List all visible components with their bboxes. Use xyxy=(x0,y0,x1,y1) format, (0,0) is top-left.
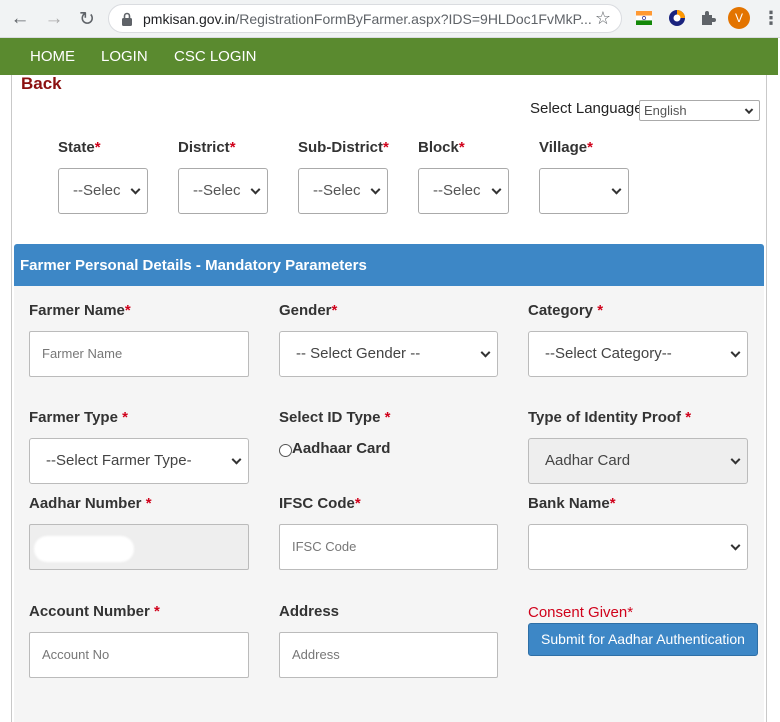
lock-icon xyxy=(122,12,132,26)
farmer-name-label: Farmer Name* xyxy=(29,302,131,319)
district-select[interactable]: --Selec xyxy=(178,168,268,214)
farmer-type-select-value: --Select Farmer Type- xyxy=(46,452,192,469)
chevron-down-icon xyxy=(130,184,141,195)
state-label: State* xyxy=(58,139,101,156)
back-link[interactable]: Back xyxy=(21,74,62,94)
site-nav: HOME LOGIN CSC LOGIN xyxy=(0,38,778,75)
gender-select-value: -- Select Gender -- xyxy=(296,345,421,362)
state-select-value: --Selec xyxy=(73,182,121,199)
gender-select[interactable]: -- Select Gender -- xyxy=(279,331,498,377)
sub-district-select-value: --Selec xyxy=(313,182,361,199)
chevron-down-icon xyxy=(370,184,381,195)
bookmark-star-icon[interactable]: ☆ xyxy=(595,8,611,29)
chevron-down-icon xyxy=(231,454,242,465)
chevron-down-icon xyxy=(611,184,622,195)
district-label: District* xyxy=(178,139,236,156)
nav-csc-login-link[interactable]: CSC LOGIN xyxy=(174,48,257,65)
chevron-down-icon xyxy=(480,347,491,358)
submit-aadhar-authentication-button[interactable]: Submit for Aadhar Authentication xyxy=(528,623,758,656)
more-menu-icon[interactable]: ⋮ xyxy=(762,7,780,29)
select-id-type-label: Select ID Type * xyxy=(279,409,391,426)
bank-name-label: Bank Name* xyxy=(528,495,616,512)
account-number-input[interactable]: Account No xyxy=(29,632,249,678)
sub-district-select[interactable]: --Selec xyxy=(298,168,388,214)
identity-proof-select-value: Aadhar Card xyxy=(545,452,631,469)
block-select[interactable]: --Selec xyxy=(418,168,509,214)
chevron-down-icon xyxy=(730,454,741,465)
panel-title: Farmer Personal Details - Mandatory Para… xyxy=(14,244,764,286)
consent-given-label: Consent Given* xyxy=(528,604,634,621)
chevron-down-icon xyxy=(491,184,502,195)
farmer-type-select[interactable]: --Select Farmer Type- xyxy=(29,438,249,484)
browser-toolbar: ← → ↻ pmkisan.gov.in/RegistrationFormByF… xyxy=(0,0,780,38)
bank-name-select[interactable] xyxy=(528,524,748,570)
puzzle-extensions-icon[interactable] xyxy=(700,10,716,26)
ifsc-label: IFSC Code* xyxy=(279,495,361,512)
india-flag-extension-icon[interactable] xyxy=(636,11,652,25)
category-select-value: --Select Category-- xyxy=(545,345,672,362)
category-label: Category * xyxy=(528,302,604,319)
gender-label: Gender* xyxy=(279,302,338,319)
nav-login-link[interactable]: LOGIN xyxy=(101,48,148,65)
block-select-value: --Selec xyxy=(433,182,481,199)
sub-district-label: Sub-District* xyxy=(298,139,389,156)
farmer-name-input[interactable]: Farmer Name xyxy=(29,331,249,377)
farmer-type-label: Farmer Type * xyxy=(29,409,128,426)
account-number-label: Account Number * xyxy=(29,603,160,620)
forward-arrow-icon[interactable]: → xyxy=(42,7,66,31)
language-selected-value: English xyxy=(644,103,687,118)
district-select-value: --Selec xyxy=(193,182,241,199)
chevron-down-icon xyxy=(744,105,754,114)
chevron-down-icon xyxy=(730,540,741,551)
nav-home-link[interactable]: HOME xyxy=(30,48,75,65)
language-select[interactable]: English xyxy=(639,100,760,121)
identity-proof-select[interactable]: Aadhar Card xyxy=(528,438,748,484)
aadhaar-card-radio-label[interactable]: Aadhaar Card xyxy=(292,440,390,457)
reload-icon[interactable]: ↻ xyxy=(75,7,99,31)
circle-extension-icon[interactable] xyxy=(668,9,686,27)
language-label: Select Language xyxy=(530,100,643,117)
back-arrow-icon[interactable]: ← xyxy=(8,7,32,31)
category-select[interactable]: --Select Category-- xyxy=(528,331,748,377)
address-label: Address xyxy=(279,603,340,620)
aadhaar-card-radio[interactable] xyxy=(279,444,292,457)
profile-avatar[interactable]: V xyxy=(728,7,750,29)
village-select[interactable] xyxy=(539,168,629,214)
ifsc-input[interactable]: IFSC Code xyxy=(279,524,498,570)
identity-proof-label: Type of Identity Proof * xyxy=(528,409,692,426)
address-input[interactable]: Address xyxy=(279,632,498,678)
village-label: Village* xyxy=(539,139,593,156)
chevron-down-icon xyxy=(250,184,261,195)
block-label: Block* xyxy=(418,139,465,156)
chevron-down-icon xyxy=(730,347,741,358)
aadhar-number-label: Aadhar Number * xyxy=(29,495,152,512)
address-url: pmkisan.gov.in/RegistrationFormByFarmer.… xyxy=(143,11,592,27)
redacted-aadhar-number xyxy=(34,536,134,562)
state-select[interactable]: --Selec xyxy=(58,168,148,214)
address-bar[interactable]: pmkisan.gov.in/RegistrationFormByFarmer.… xyxy=(108,4,622,33)
